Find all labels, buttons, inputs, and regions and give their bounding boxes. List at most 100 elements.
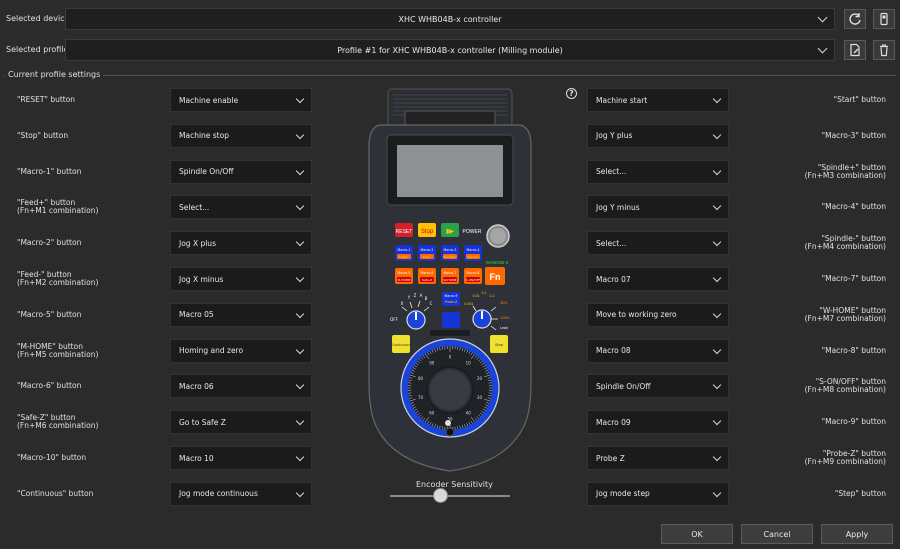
action-dropdown[interactable]: Select... — [587, 231, 729, 256]
device-icon — [880, 12, 888, 26]
pendant-step-text: Step — [495, 343, 504, 347]
action-dropdown-value: Select... — [596, 238, 627, 248]
setting-label: "Macro-3" button — [822, 131, 886, 140]
setting-label-text: "Macro-5" button — [17, 309, 82, 319]
help-icon[interactable]: ? — [566, 88, 577, 99]
action-dropdown-value: Go to Safe Z — [179, 417, 226, 427]
delete-profile-button[interactable] — [873, 40, 895, 60]
group-divider — [4, 75, 896, 76]
pendant-wheel-number: 80 — [418, 376, 424, 381]
pendant-macro-bottom-text: Feed- — [423, 255, 431, 259]
pendant-wheel-number: 90 — [429, 360, 435, 365]
device-select[interactable]: XHC WHB04B-x controller — [65, 8, 835, 30]
chevron-down-icon — [817, 12, 828, 23]
pendant-wheel-number: 70 — [418, 395, 424, 400]
action-dropdown[interactable]: Macro 05 — [170, 302, 312, 327]
pendant-macro-bottom-text: Safe-Z — [422, 278, 432, 282]
action-dropdown[interactable]: Machine enable — [170, 88, 312, 112]
chevron-down-icon — [712, 416, 722, 426]
action-dropdown[interactable]: Macro 07 — [587, 267, 729, 291]
action-dropdown-value: Macro 09 — [596, 417, 631, 427]
pendant-step-label: 100% — [500, 316, 509, 320]
encoder-sensitivity-slider[interactable] — [390, 495, 510, 497]
action-dropdown[interactable]: Macro 06 — [170, 374, 312, 399]
setting-label-text: "Start" button — [833, 95, 886, 104]
pendant-wheel-number: 0 — [449, 355, 452, 360]
device-select-value: XHC WHB04B-x controller — [398, 14, 502, 24]
pendant-stop-text: Stop — [421, 229, 434, 235]
setting-label-text: "Macro-10" button — [17, 453, 87, 462]
action-dropdown[interactable]: Probe Z — [587, 446, 729, 470]
action-dropdown[interactable]: Jog mode step — [587, 481, 729, 506]
profile-select[interactable]: Profile #1 for XHC WHB04B-x controller (… — [65, 39, 835, 61]
pendant-fn-text: Fn — [490, 272, 501, 282]
action-dropdown[interactable]: Jog mode continuous — [170, 481, 312, 506]
setting-label-text: "Macro-6" button — [17, 381, 82, 391]
action-dropdown[interactable]: Macro 10 — [170, 446, 312, 470]
device-info-button[interactable] — [873, 9, 895, 29]
action-dropdown-value: Macro 07 — [596, 274, 631, 284]
action-dropdown-value: Macro 10 — [179, 453, 214, 463]
pendant-screen — [397, 145, 503, 197]
setting-label: "Macro-1" button — [17, 167, 81, 176]
pendant-axis-label: B — [425, 296, 428, 301]
action-dropdown-value: Spindle On/Off — [596, 381, 651, 391]
action-dropdown-value: Jog Y minus — [596, 202, 640, 212]
action-dropdown[interactable]: Macro 08 — [587, 338, 729, 363]
action-dropdown[interactable]: Jog Y minus — [587, 195, 729, 220]
setting-label: "M-HOME" button (Fn+M5 combination) — [17, 342, 98, 359]
apply-button[interactable]: Apply — [821, 524, 893, 544]
pendant-wheel-number: 60 — [429, 411, 435, 416]
setting-label-text: "Stop" button — [17, 130, 69, 140]
pendant-macro-bottom-text: Spindle- — [467, 255, 479, 259]
pendant-wheel-number: 20 — [477, 376, 483, 381]
pendant-step-label: 0.001 — [464, 302, 473, 306]
action-dropdown[interactable]: Spindle On/Off — [170, 159, 312, 184]
setting-label-text: "Macro-4" button — [821, 202, 886, 212]
refresh-icon — [849, 13, 861, 25]
setting-label: "Spindle+" button (Fn+M3 combination) — [805, 163, 886, 180]
action-dropdown[interactable]: Machine stop — [170, 123, 312, 148]
chevron-down-icon — [295, 130, 305, 140]
encoder-sensitivity-label: Encoder Sensitivity — [416, 480, 493, 489]
setting-label: "Macro-4" button — [822, 203, 886, 211]
cancel-button[interactable]: Cancel — [741, 524, 813, 544]
action-dropdown-value: Macro 08 — [596, 346, 631, 356]
chevron-down-icon — [712, 345, 722, 354]
action-dropdown[interactable]: Macro 09 — [587, 410, 729, 435]
action-dropdown[interactable]: Select... — [170, 195, 312, 220]
setting-label: "Macro-7" button — [822, 275, 886, 283]
action-dropdown[interactable]: Select... — [587, 159, 729, 184]
encoder-sensitivity-handle[interactable] — [433, 488, 448, 503]
setting-label-text: "Step" button — [834, 488, 886, 498]
action-dropdown[interactable]: Jog X minus — [170, 267, 312, 291]
ok-button[interactable]: OK — [661, 524, 733, 544]
action-dropdown[interactable]: Jog Y plus — [587, 123, 729, 148]
action-dropdown-value: Spindle On/Off — [179, 167, 234, 177]
edit-profile-button[interactable] — [844, 40, 866, 60]
action-dropdown[interactable]: Jog X plus — [170, 231, 312, 256]
chevron-down-icon — [295, 309, 305, 319]
action-dropdown[interactable]: Homing and zero — [170, 338, 312, 363]
action-dropdown-value: Jog X plus — [179, 238, 216, 248]
setting-label: "S-ON/OFF" button (Fn+M8 combination) — [805, 378, 886, 394]
action-dropdown[interactable]: Go to Safe Z — [170, 410, 312, 435]
action-dropdown-value: Homing and zero — [179, 346, 244, 356]
chevron-down-icon — [295, 237, 305, 247]
action-dropdown[interactable]: Move to working zero — [587, 302, 729, 327]
setting-label-text: "Macro-8" button — [821, 345, 886, 355]
refresh-device-button[interactable] — [844, 9, 866, 29]
setting-label-text: "Macro-2" button — [17, 238, 82, 248]
action-dropdown[interactable]: Spindle On/Off — [587, 374, 729, 399]
action-dropdown[interactable]: Machine start — [587, 88, 729, 112]
trash-icon — [880, 44, 888, 57]
selected-profile-label: Selected profile — [6, 45, 69, 54]
action-dropdown-value: Select... — [179, 202, 210, 212]
setting-label-text: "Macro-9" button — [821, 417, 886, 427]
setting-label-text: "RESET" button — [17, 95, 76, 104]
pendant-axis-label: Y — [407, 295, 411, 300]
setting-label: "Continuous" button — [17, 488, 94, 498]
setting-label-text: "Continuous" button — [17, 488, 94, 498]
group-title: Current profile settings — [5, 70, 104, 79]
chevron-down-icon — [295, 452, 305, 462]
